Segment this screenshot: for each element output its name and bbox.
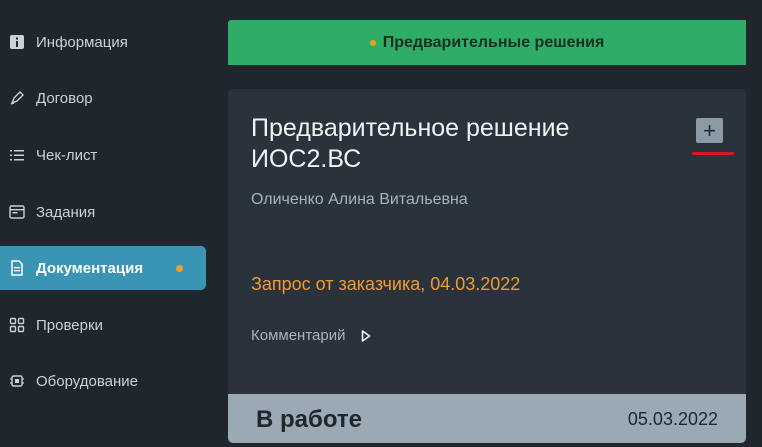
document-icon (8, 259, 26, 277)
notification-dot (176, 265, 183, 272)
add-button[interactable]: + (696, 118, 723, 143)
sidebar-item-label: Чек-лист (36, 146, 98, 164)
sidebar: Информация Договор Чек-лист Задания Доку (0, 0, 212, 447)
sidebar-item-documentation[interactable]: Документация (0, 246, 206, 290)
sidebar-item-label: Договор (36, 89, 93, 107)
comment-toggle[interactable]: Комментарий (251, 327, 371, 344)
tasks-icon (8, 203, 26, 221)
sidebar-item-label: Проверки (36, 316, 103, 334)
sidebar-item-label: Документация (36, 259, 144, 277)
sidebar-item-label: Задания (36, 203, 96, 221)
status-bar: В работе 05.03.2022 (228, 394, 746, 443)
play-icon (361, 329, 371, 342)
sidebar-item-tasks[interactable]: Задания (0, 190, 206, 234)
sidebar-item-checks[interactable]: Проверки (0, 303, 206, 347)
banner-dot (369, 39, 376, 46)
highlight-underline (692, 152, 734, 155)
chip-icon (8, 372, 26, 390)
card-title: Предварительное решение ИОС2.ВС (251, 114, 570, 173)
status-label: В работе (256, 406, 362, 433)
info-icon (8, 33, 26, 51)
request-info: Запрос от заказчика, 04.03.2022 (251, 274, 521, 294)
grid-icon (8, 316, 26, 334)
status-date: 05.03.2022 (627, 409, 718, 429)
sidebar-item-contract[interactable]: Договор (0, 76, 206, 120)
pen-icon (8, 89, 26, 107)
app: Информация Договор Чек-лист Задания Доку (0, 0, 762, 447)
banner-label: Предварительные решения (382, 33, 605, 51)
responsible-person: Оличенко Алина Витальевна (251, 191, 468, 208)
decision-card[interactable]: Предварительное решение ИОС2.ВС + Оличен… (228, 89, 746, 443)
sidebar-item-checklist[interactable]: Чек-лист (0, 133, 206, 177)
section-banner: Предварительные решения (228, 20, 746, 65)
comment-label: Комментарий (251, 327, 346, 344)
sidebar-item-equipment[interactable]: Оборудование (0, 359, 206, 403)
checklist-icon (8, 146, 26, 164)
sidebar-item-label: Информация (36, 33, 128, 51)
sidebar-item-label: Оборудование (36, 372, 139, 390)
sidebar-item-info[interactable]: Информация (0, 20, 206, 64)
